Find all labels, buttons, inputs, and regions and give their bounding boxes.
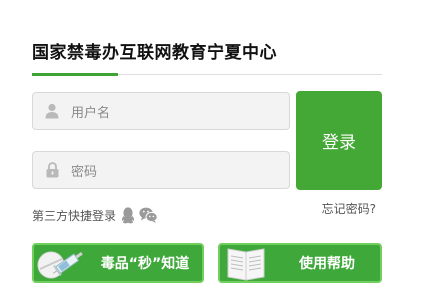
drug-knowledge-label: 毒品“秒”知道 <box>100 256 190 272</box>
user-icon <box>33 92 71 130</box>
user-help-button[interactable]: 使用帮助 <box>218 243 382 283</box>
login-button[interactable]: 登录 <box>296 91 382 190</box>
third-party-label: 第三方快捷登录 <box>32 208 117 223</box>
password-field[interactable]: 密码 <box>32 151 290 189</box>
qq-icon[interactable] <box>121 206 135 224</box>
user-help-label: 使用帮助 <box>299 256 355 272</box>
open-book-icon <box>227 248 265 281</box>
drug-knowledge-button[interactable]: 毒品“秒”知道 <box>32 243 204 283</box>
password-placeholder: 密码 <box>71 164 98 180</box>
syringe-pill-icon <box>37 251 83 279</box>
username-placeholder: 用户名 <box>71 105 111 121</box>
page-title: 国家禁毒办互联网教育宁夏中心 <box>32 43 277 63</box>
third-party-login: 第三方快捷登录 <box>32 205 162 225</box>
lock-icon <box>33 151 71 189</box>
login-panel: 国家禁毒办互联网教育宁夏中心 用户名 密码 登录 第三方快捷登录 忘记密码? 毒… <box>32 0 382 305</box>
forgot-password-link[interactable]: 忘记密码? <box>322 200 376 217</box>
title-accent-bar <box>32 73 118 76</box>
username-field[interactable]: 用户名 <box>32 92 290 130</box>
wechat-icon[interactable] <box>139 207 158 223</box>
